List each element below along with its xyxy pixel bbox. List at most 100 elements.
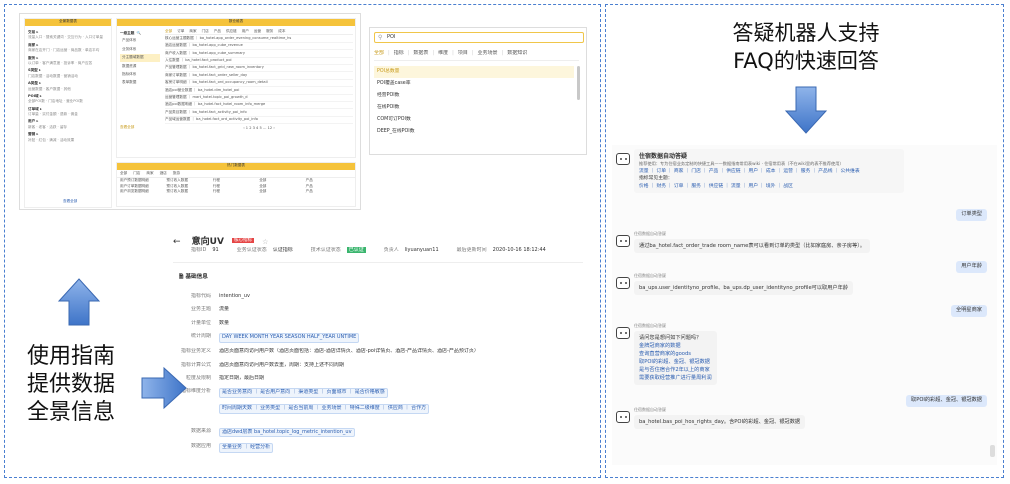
table-row[interactable]: 商家订单数据 ｜ ba_hotel.fact_order_seller_day [165,72,353,80]
catalog-tab[interactable]: 商家 [189,29,196,33]
chat-scrollbar[interactable] [990,445,995,457]
search-query: POI [387,34,396,40]
meta-value: 2020-10-16 18:12:44 [492,247,546,253]
chat-screenshot: 住宿数据自动答疑 推荐使用：专为住宿业务定制的快捷工具——数据指南常用表wiki… [612,145,997,465]
bottom-tab[interactable]: 全部 [120,171,127,175]
table-row[interactable]: 酒店运营数据 ｜ ba_hotel.app_cube_revenue [165,43,353,51]
catalog-tab[interactable]: 订单 [177,29,184,33]
table-row[interactable]: 核心运营主题数据 ｜ ba_hotel.app_order_evening_co… [165,35,353,43]
search-result[interactable]: DEEP_在线POI数 [374,126,574,138]
mid-item[interactable]: 业务体系 [120,46,160,53]
pagination[interactable]: ‹ 1 2 3 4 5 … 12 › [165,126,353,131]
catalog-left-link[interactable]: 查看全部 [63,199,77,204]
search-result[interactable]: POI总数量 [374,66,574,79]
search-tab[interactable]: 项目 [458,50,468,56]
mid-item[interactable]: 分主题域数据 [120,54,160,62]
catalog-groups: 交易 ▸ 流量入口 · 搜索关键词 · 交互行为 · 入口订单量 商家 ▸ 商家在店开… [25,26,111,145]
bot-text: ba_ups.user_identityno_profile、ba_ups.dp… [639,285,848,291]
bot-message: ba_ups.user_identityno_profile、ba_ups.dp… [634,281,853,296]
bottom-tab[interactable]: 门店 [133,171,140,175]
table-row[interactable]: 产品管理数据 ｜ ba_hotel.fact_grid_new_room_inv… [165,65,353,73]
suggestion-link[interactable]: 金牌冠商家的数据 [639,342,712,350]
row-value: 指定日期，最后日期 [219,375,265,382]
row-value: 酒店dwd层表 ba_hotel.topic_log_metric_intent… [219,427,355,438]
bot-name: 住宿数据自动答疑 [634,323,666,328]
table-row[interactable]: 商户收入数据 ｜ ba_hotel.app_cube_summary [165,50,353,58]
right-caption: 答疑机器人支持 FAQ的快速回答 [732,21,880,73]
back-button[interactable]: ← [173,237,181,247]
section-title: 🗎 基础信息 [179,274,208,280]
suggestion-link[interactable]: 是与否住宿合作2年以上的商家 [639,366,712,374]
detail-row: 业务主题 流量 [177,306,587,314]
down-arrow-icon [784,86,828,134]
catalog-tab[interactable]: 成本 [278,29,285,33]
detail-meta: 指标ID 91 业务认证状态 认证指标 技术认证状态 已认证 负责人 liyuanyuan11… [191,247,586,255]
tab-divider: | [452,50,454,56]
search-tab[interactable]: 指标 [394,50,404,56]
group-items: 全部POI数 · 门店地址 · 营业POI数 [28,99,83,104]
catalog-tab[interactable]: 全部 [165,29,172,33]
suggestion-link[interactable]: 需要获取经营推广进行量周利润 [639,374,712,382]
user-message: 订单类型 [956,209,987,221]
mid-item[interactable]: 指标体系 [120,71,160,78]
bottom-tab[interactable]: 商家 [146,171,153,175]
detail-row: 数据应用 全量业务 ｜ 经营分析 [177,442,587,453]
row-value: 酒店页面意向访问用户数（酒店页面包括：酒店-酒店详情页、酒店-poi详情页、酒店… [219,348,479,355]
bot-avatar-icon [616,411,630,423]
bottom-tab[interactable]: 酒店 [160,171,167,175]
suggestion-link[interactable]: 取POI的彩超、金冠、银冠数据 [639,358,712,366]
suggestion-link[interactable]: 查询直营商家的goods [639,350,712,358]
search-box[interactable]: ⚲ POI [374,32,584,43]
search-result[interactable]: 经营POI数 [374,90,574,102]
catalog-tab[interactable]: 门店 [202,29,209,33]
table-row[interactable]: 客房订单明细 ｜ ba_hotel.fact_ord_occupancy_roo… [165,80,353,88]
mid-link[interactable]: 查看全部 [120,125,160,130]
search-tab[interactable]: 数据表 [413,50,428,56]
meta-value: 已认证 [346,247,366,253]
search-tab[interactable]: 业务场景 [478,50,498,56]
table-row[interactable]: 产品类目数据 ｜ ba_hotel.fact_activity_poi_info [165,109,353,117]
bot-avatar-icon [616,235,630,247]
intro-links[interactable]: 流量 ｜ 订单 ｜ 商家 ｜ 门店 ｜ 产品 ｜ 供应链 ｜ 用户 ｜ 成本 ｜… [639,168,899,175]
search-result[interactable]: COM可订POI数 [374,114,574,126]
row-label: 统计周期 [190,333,211,340]
bottom-cell: 行程 [212,189,220,194]
table-row[interactable]: 入住数据 ｜ ba_hotel.fact_product_poi [165,58,353,65]
bottom-cell: 全部 [259,189,267,194]
group-items: 补贴 · 红包 · 满减 · 活动效果 [28,137,75,142]
detail-rows: 指标代码 intention_uv 业务主题 流量 计量单位 数量 统计周期 DAY WEEK… [177,293,587,455]
row-label: 数据应用 [190,442,211,449]
search-result[interactable]: 在线POI数 [374,102,574,114]
bottom-tab[interactable]: 旅游 [173,171,180,175]
search-result[interactable]: POI覆盖case率 [374,78,574,90]
catalog-tab[interactable]: 供应链 [226,29,237,33]
user-message: 全明星商家 [951,305,987,317]
search-tab[interactable]: 数据知识 [507,50,527,56]
catalog-tab[interactable]: 服务 [266,29,273,33]
row-value: 酒店页面意向访问用户数去重，周期：支持上述不同周期 [219,361,345,368]
search-tab[interactable]: 维度 [438,50,448,56]
row-value: intention_uv [219,293,250,299]
intro-links-2[interactable]: 价格 ｜ 财务 ｜ 订单 ｜ 服务 ｜ 供应链 ｜ 流量 ｜ 用户 ｜ 境外 ｜… [639,183,899,190]
scrollbar[interactable] [577,66,580,100]
mid-item[interactable]: 产品体系 [120,37,160,44]
detail-row: 指标业务定义 酒店页面意向访问用户数（酒店页面包括：酒店-酒店详情页、酒店-poi… [177,348,587,356]
table-row[interactable]: 产品域运营数据 ｜ ba_hotel.fact_ord_activity_poi… [165,117,353,125]
catalog-tab[interactable]: 运营 [254,29,261,33]
catalog-tab[interactable]: 用户 [242,29,249,33]
up-arrow-icon [57,278,101,326]
detail-row: 数据来源 酒店dwd层表 ba_hotel.topic_log_metric_in… [177,427,587,438]
detail-row: 粒度及限制 指定日期，最后日期 [177,375,587,383]
bottom-header: 热门数据表 [117,163,355,170]
table-row[interactable]: 酒店poi营业数据 ｜ ba_hotel.dim_hotel_poi [165,87,353,95]
catalog-tab[interactable]: 产品 [214,29,221,33]
mid-item[interactable]: 数据资源 [120,63,160,70]
search-tab[interactable]: 全部 [374,50,384,56]
table-row[interactable]: 酒店poi数据明细 ｜ ba_hotel.fact_hotel_room_inf… [165,102,353,110]
mid-item[interactable]: 表单数据 [120,79,160,86]
table-row[interactable]: 运营管理数据 ｜ mart_hotel.topic_poi_growth_d [165,95,353,102]
star-icon[interactable]: ☆ [262,238,268,246]
group-items: 以订单 · 客户满意度 · 投诉率 · 商户应答 [28,60,93,65]
bot-text: 请问您是想问如下问题吗？ [639,335,702,341]
bottom-row[interactable]: 用户浏览数据明细 预订收入数据 行程 全部 产品 [120,189,352,194]
